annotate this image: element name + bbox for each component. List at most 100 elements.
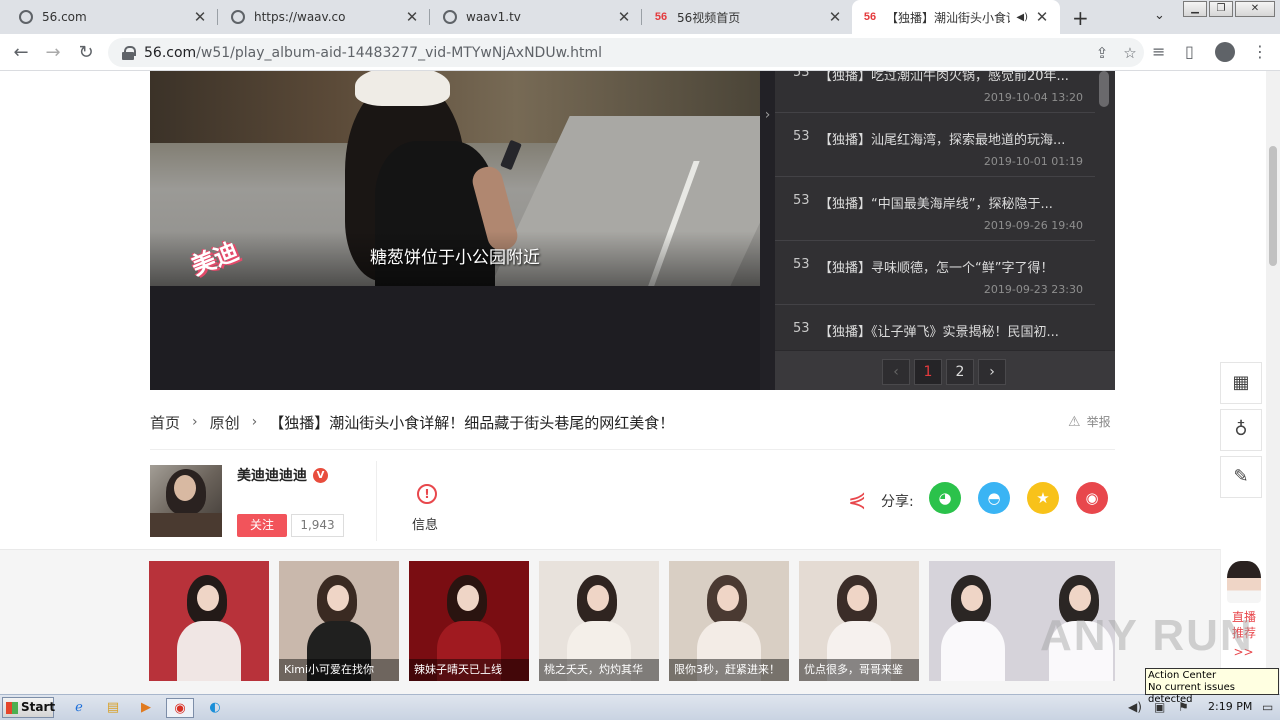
- playlist-item-title[interactable]: 【独播】吃过潮汕牛肉火锅，感觉前20年...: [819, 71, 1085, 84]
- pager-prev-button[interactable]: ‹: [882, 359, 910, 385]
- browser-toolbar: ← → ↻ 56.com/w51/play_album-aid-14483277…: [0, 34, 1280, 71]
- verified-v-icon: V: [313, 467, 328, 483]
- live-avatar[interactable]: [1226, 561, 1261, 603]
- tab-search-chevron-icon[interactable]: ⌄: [1154, 8, 1165, 23]
- close-icon[interactable]: ✕: [827, 8, 843, 26]
- tab-title: waav1.tv: [466, 10, 521, 24]
- recommendation-card[interactable]: Kimi小可爱在找你: [279, 561, 399, 681]
- recommendation-card[interactable]: 优点很多，哥哥来鉴: [799, 561, 919, 681]
- fans-count: 1,943: [291, 514, 344, 537]
- avatar[interactable]: [150, 465, 222, 537]
- 56-logo-icon: 56: [863, 11, 877, 23]
- tab-title: 56视频首页: [677, 10, 741, 25]
- bookmark-star-icon[interactable]: ☆: [1116, 44, 1144, 62]
- breadcrumb-category[interactable]: 原创: [210, 412, 240, 433]
- qrcode-icon[interactable]: ▦: [1220, 362, 1262, 404]
- video-player[interactable]: 美迪 糖葱饼位于小公园附近 ›: [150, 71, 775, 390]
- play-count: 53: [793, 71, 810, 80]
- playlist-item-title[interactable]: 【独播】寻味顺德，怎一个“鲜”字了得！: [819, 257, 1085, 276]
- edge-icon[interactable]: ◐: [204, 698, 226, 718]
- start-button[interactable]: Start: [2, 697, 55, 718]
- profile-avatar[interactable]: [1215, 42, 1235, 62]
- playlist-item[interactable]: 53 【独播】汕尾红海湾，探索最地道的玩海... 2019-10-01 01:1…: [775, 113, 1095, 177]
- media-player-icon[interactable]: ▶: [135, 698, 157, 718]
- tab-strip: 56.com ✕ https://waav.co ✕ waav1.tv ✕ 56…: [0, 0, 1280, 34]
- tab-title: 56.com: [42, 10, 87, 24]
- lock-icon[interactable]: [122, 45, 136, 60]
- watermark-logo: ANY RUN: [1040, 611, 1254, 660]
- page-scrollbar[interactable]: [1266, 71, 1280, 694]
- playlist-item[interactable]: 53 【独播】吃过潮汕牛肉火锅，感觉前20年... 2019-10-04 13:…: [775, 71, 1095, 113]
- new-tab-button[interactable]: +: [1072, 6, 1089, 30]
- internet-explorer-icon[interactable]: ℯ: [68, 698, 90, 718]
- minimize-button[interactable]: ▁: [1183, 1, 1207, 17]
- side-panel-icon[interactable]: ▯: [1185, 42, 1194, 61]
- chevron-right-icon: ›: [251, 414, 258, 430]
- file-explorer-icon[interactable]: ▤: [102, 698, 124, 718]
- recommendation-caption[interactable]: 限你3秒，赶紧进来！: [669, 659, 789, 681]
- tab-video-active[interactable]: 56 【独播】潮汕街头小食详解 ◀) ✕: [852, 0, 1060, 34]
- wechat-icon[interactable]: ◕: [929, 482, 961, 514]
- recommendation-caption[interactable]: 辣妹子晴天已上线: [409, 659, 529, 681]
- lightbulb-icon[interactable]: ♁: [1220, 409, 1262, 451]
- report-label: 举报: [1086, 415, 1111, 429]
- recommendation-card[interactable]: 辣妹子晴天已上线: [409, 561, 529, 681]
- breadcrumb-home[interactable]: 首页: [150, 412, 180, 433]
- playlist-item-title[interactable]: 【独播】汕尾红海湾，探索最地道的玩海...: [819, 129, 1085, 148]
- scrollbar-thumb[interactable]: [1269, 146, 1277, 266]
- share-page-icon[interactable]: ⇪: [1088, 44, 1116, 62]
- tab-waav[interactable]: https://waav.co ✕: [220, 0, 430, 34]
- playlist-scrollbar[interactable]: [1099, 71, 1109, 107]
- recommendation-card[interactable]: [149, 561, 269, 681]
- playlist-item[interactable]: 53 【独播】“中国最美海岸线”，探秘隐于... 2019-09-26 19:4…: [775, 177, 1095, 241]
- close-icon[interactable]: ✕: [616, 8, 632, 26]
- speaker-icon[interactable]: ◀): [1016, 12, 1028, 23]
- reload-button[interactable]: ↻: [73, 40, 99, 66]
- chevron-right-icon[interactable]: ›: [760, 71, 775, 390]
- close-icon[interactable]: ✕: [404, 8, 420, 26]
- recommendation-caption[interactable]: 优点很多，哥哥来鉴: [799, 659, 919, 681]
- qzone-star-icon[interactable]: ★: [1027, 482, 1059, 514]
- back-button[interactable]: ←: [8, 40, 34, 66]
- weibo-icon[interactable]: ◉: [1076, 482, 1108, 514]
- forward-button[interactable]: →: [40, 40, 66, 66]
- chrome-icon[interactable]: ◉: [166, 698, 194, 718]
- info-label[interactable]: 信息: [412, 514, 438, 533]
- pager-next-button[interactable]: ›: [978, 359, 1006, 385]
- kebab-menu-icon[interactable]: ⋮: [1252, 42, 1268, 61]
- volume-icon[interactable]: ◀): [1128, 700, 1142, 714]
- playlist-item-date: 2019-10-04 13:20: [983, 91, 1083, 104]
- playlist-item-title[interactable]: 【独播】“中国最美海岸线”，探秘隐于...: [819, 193, 1085, 212]
- follow-button[interactable]: 关注: [237, 514, 287, 537]
- qq-icon[interactable]: ◓: [978, 482, 1010, 514]
- playlist-item-title[interactable]: 【独播】《让子弹飞》实景揭秘！民国初...: [819, 321, 1085, 340]
- info-alert-icon[interactable]: !: [417, 484, 437, 504]
- recommendation-caption[interactable]: Kimi小可爱在找你: [279, 659, 399, 681]
- globe-icon: [230, 9, 246, 25]
- window-close-button[interactable]: ✕: [1235, 1, 1275, 17]
- uploader-name[interactable]: 美迪迪迪迪 V: [237, 465, 328, 485]
- media-controls-icon[interactable]: ≡: [1152, 42, 1165, 61]
- playlist-item-date: 2019-09-23 23:30: [983, 283, 1083, 296]
- pager-page-2[interactable]: 2: [946, 359, 974, 385]
- feedback-edit-icon[interactable]: ✎: [1220, 456, 1262, 498]
- report-button[interactable]: ⚠ 举报: [1068, 413, 1111, 430]
- pager-page-1[interactable]: 1: [914, 359, 942, 385]
- recommendation-caption[interactable]: 桃之夭夭，灼灼其华: [539, 659, 659, 681]
- recommendation-card[interactable]: 限你3秒，赶紧进来！: [669, 561, 789, 681]
- tab-waav1[interactable]: waav1.tv ✕: [432, 0, 642, 34]
- 56-logo-icon: 56: [654, 11, 668, 23]
- url-text[interactable]: 56.com/w51/play_album-aid-14483277_vid-M…: [144, 45, 1088, 61]
- close-icon[interactable]: ✕: [1034, 8, 1050, 26]
- playlist-item[interactable]: 53 【独播】寻味顺德，怎一个“鲜”字了得！ 2019-09-23 23:30: [775, 241, 1095, 305]
- close-icon[interactable]: ✕: [192, 8, 208, 26]
- address-bar[interactable]: 56.com/w51/play_album-aid-14483277_vid-M…: [108, 38, 1144, 67]
- video-frame[interactable]: 美迪 糖葱饼位于小公园附近: [150, 71, 760, 286]
- restore-button[interactable]: ❐: [1209, 1, 1233, 17]
- uploader-name-text[interactable]: 美迪迪迪迪: [237, 465, 307, 485]
- tab-56com[interactable]: 56.com ✕: [8, 0, 218, 34]
- play-count: 53: [793, 257, 810, 272]
- tab-56-home[interactable]: 56 56视频首页 ✕: [643, 0, 853, 34]
- share-nodes-icon: ⋞: [848, 488, 867, 513]
- recommendation-card[interactable]: 桃之夭夭，灼灼其华: [539, 561, 659, 681]
